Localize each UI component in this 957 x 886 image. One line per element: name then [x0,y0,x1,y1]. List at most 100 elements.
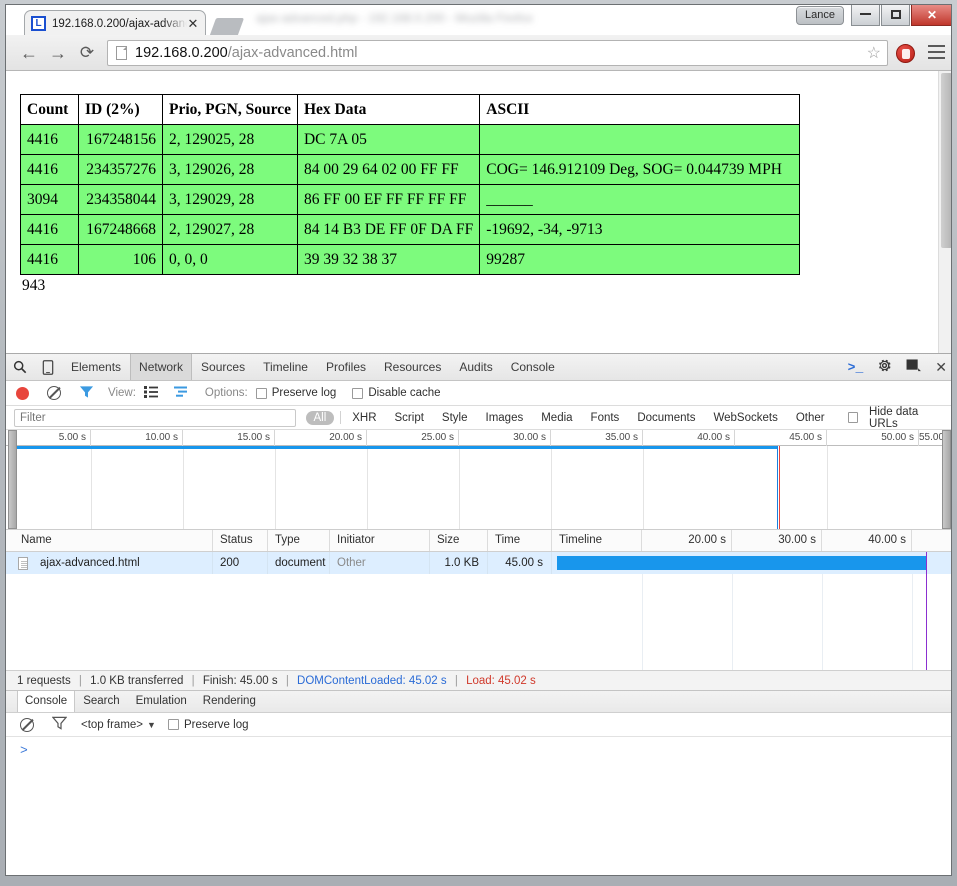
devtools-tab-profiles[interactable]: Profiles [317,354,375,380]
devtools-close-icon[interactable]: ✕ [935,359,947,376]
cell-id: 106 [78,244,163,275]
request-size: 1.0 KB [430,552,488,574]
overview-right-resize-handle[interactable] [942,430,951,529]
filter-toggle-icon[interactable] [79,385,94,402]
tab-favicon-icon: L [31,16,46,31]
title-bar: ajax-advanced.php - 192.168.0.200 - Mozi… [6,5,951,35]
view-label: View: [108,387,136,399]
console-output-area[interactable]: > [6,737,951,875]
back-arrow-icon[interactable]: ← [17,41,41,65]
table-row: 4416 234357276 3, 129026, 28 84 00 29 64… [20,154,801,185]
devtools-search-icon[interactable] [6,354,34,380]
devtools-tab-network[interactable]: Network [130,354,193,380]
console-prompt-icon[interactable]: > [20,743,28,758]
bookmark-star-icon[interactable]: ☆ [863,43,881,63]
overview-gridline [827,446,828,529]
devtools-tab-audits[interactable]: Audits [450,354,501,380]
devtools-dock-icon[interactable] [906,359,922,375]
column-header-size[interactable]: Size [430,530,488,551]
clear-console-icon[interactable] [20,717,34,732]
cell-prio: 2, 129027, 28 [162,214,298,245]
record-button-icon[interactable] [16,386,29,400]
column-header-type[interactable]: Type [268,530,330,551]
request-name[interactable]: ajax-advanced.html [33,552,213,574]
request-row[interactable]: ajax-advanced.html 200 document Other 1.… [6,552,951,574]
clear-requests-icon[interactable] [47,386,61,400]
console-preserve-log-checkbox[interactable] [167,719,179,730]
drawer-tab-rendering[interactable]: Rendering [195,691,264,712]
window-minimize-button[interactable] [851,5,880,26]
overview-domcontentloaded-marker [777,446,778,529]
can-message-table: Count ID (2%) Prio, PGN, Source Hex Data… [20,94,801,275]
window-maximize-button[interactable] [881,5,910,26]
devtools-tab-elements[interactable]: Elements [62,354,130,380]
preserve-log-checkbox[interactable] [255,387,267,399]
filter-type-script[interactable]: Script [386,412,433,424]
adblock-extension-icon[interactable] [896,44,915,63]
devtools-settings-gear-icon[interactable] [877,358,892,376]
overview-gridline [551,446,552,529]
network-overview[interactable]: 5.00 s 10.00 s 15.00 s 20.00 s 25.00 s 3… [6,430,951,530]
filter-type-all[interactable]: All [305,410,335,425]
devtools-tab-sources[interactable]: Sources [192,354,254,380]
url-path: /ajax-advanced.html [227,45,358,61]
reload-icon[interactable]: ⟳ [75,41,99,65]
window-close-button[interactable]: ✕ [911,5,951,26]
summary-sep: | [78,675,82,687]
new-tab-button[interactable] [209,18,245,35]
forward-arrow-icon[interactable]: → [46,41,70,65]
cell-ascii: COG= 146.912109 Deg, SOG= 0.044739 MPH [479,154,801,185]
page-scrollbar-thumb[interactable] [941,73,951,248]
drawer-tab-console[interactable]: Console [17,691,76,712]
cell-id: 234358044 [78,184,163,215]
column-header-initiator[interactable]: Initiator [330,530,430,551]
devtools-tab-timeline[interactable]: Timeline [254,354,317,380]
drawer-tab-emulation[interactable]: Emulation [128,691,195,712]
chevron-down-icon[interactable]: ▼ [147,720,156,730]
console-frame-selector[interactable]: <top frame> [81,719,143,731]
waterfall-view-icon[interactable] [173,386,189,401]
overview-gridline [183,446,184,529]
overview-tick: 25.00 s [367,430,459,446]
request-type: document [268,552,330,574]
column-header-name[interactable]: Name [14,530,213,551]
cell-ascii: ______ [479,184,801,215]
devtools-tab-console[interactable]: Console [502,354,564,380]
overview-tick: 40.00 s [643,430,735,446]
page-scrollbar[interactable] [938,71,951,353]
summary-load: Load: 45.02 s [466,675,536,687]
overview-left-resize-handle[interactable] [8,430,17,529]
address-bar[interactable]: 192.168.0.200/ajax-advanced.html ☆ [107,40,888,66]
tab-close-icon[interactable]: ✕ [187,17,199,30]
console-drawer-toggle-icon[interactable]: >_ [848,360,864,375]
summary-domcontentloaded: DOMContentLoaded: 45.02 s [297,675,447,687]
hide-data-urls-checkbox[interactable] [847,412,859,423]
filter-type-media[interactable]: Media [532,412,581,424]
filter-input[interactable] [14,408,296,427]
filter-type-style[interactable]: Style [433,412,477,424]
filter-type-images[interactable]: Images [477,412,533,424]
filter-type-other[interactable]: Other [787,412,834,424]
filter-type-xhr[interactable]: XHR [343,412,385,424]
user-profile-button[interactable]: Lance [796,6,844,25]
devtools-tab-resources[interactable]: Resources [375,354,450,380]
hamburger-menu-icon[interactable] [928,45,945,59]
column-header-timeline[interactable]: Timeline [552,530,642,551]
header-count: Count [20,94,79,125]
drawer-tab-search[interactable]: Search [75,691,127,712]
column-header-status[interactable]: Status [213,530,268,551]
column-header-time[interactable]: Time [488,530,552,551]
filter-type-documents[interactable]: Documents [628,412,704,424]
page-footer-counter: 943 [22,277,46,294]
disable-cache-checkbox[interactable] [352,387,364,399]
browser-tab[interactable]: L 192.168.0.200/ajax-advanc ✕ [24,10,206,35]
table-header-row: Count ID (2%) Prio, PGN, Source Hex Data… [20,94,801,125]
filter-type-fonts[interactable]: Fonts [582,412,629,424]
cell-prio: 2, 129025, 28 [162,124,298,155]
cell-id: 234357276 [78,154,163,185]
console-filter-icon[interactable] [51,716,68,733]
device-toggle-icon[interactable] [34,354,62,380]
filter-type-websockets[interactable]: WebSockets [704,412,786,424]
list-view-icon[interactable] [143,385,158,401]
overview-body[interactable] [6,430,951,529]
